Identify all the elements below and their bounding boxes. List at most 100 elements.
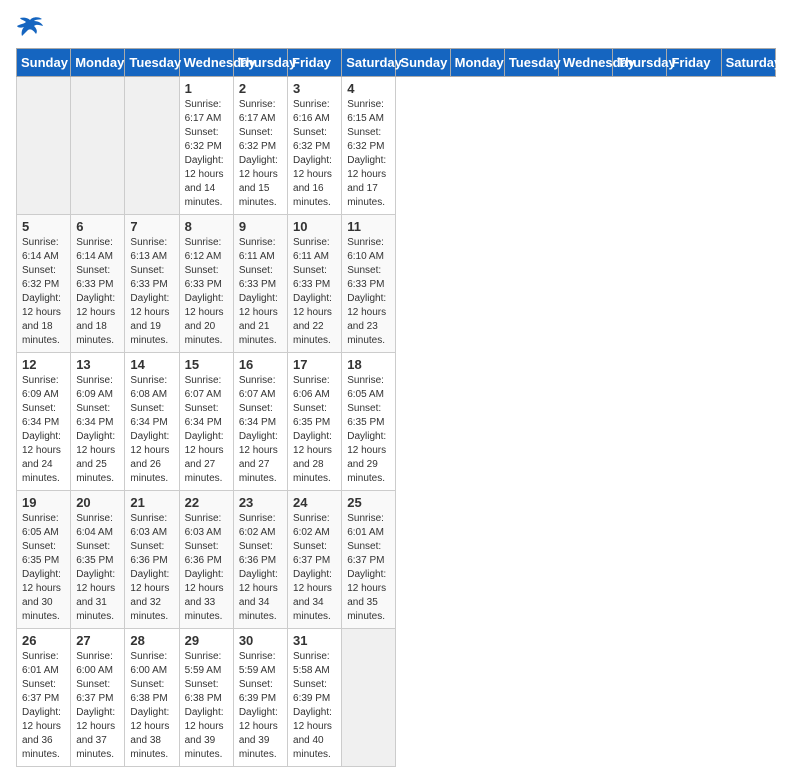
- day-info: Sunrise: 6:02 AM Sunset: 6:37 PM Dayligh…: [293, 512, 336, 624]
- page-header: [16, 16, 776, 38]
- day-info: Sunrise: 6:17 AM Sunset: 6:32 PM Dayligh…: [185, 98, 228, 210]
- day-info: Sunrise: 6:03 AM Sunset: 6:36 PM Dayligh…: [185, 512, 228, 624]
- day-info: Sunrise: 6:00 AM Sunset: 6:37 PM Dayligh…: [76, 650, 119, 762]
- header-day-tuesday: Tuesday: [125, 49, 179, 77]
- calendar-cell: 9 Sunrise: 6:11 AM Sunset: 6:33 PM Daylig…: [233, 215, 287, 353]
- day-number: 11: [347, 219, 390, 234]
- day-info: Sunrise: 6:09 AM Sunset: 6:34 PM Dayligh…: [76, 374, 119, 486]
- day-number: 3: [293, 81, 336, 96]
- calendar-cell: 21 Sunrise: 6:03 AM Sunset: 6:36 PM Dayli…: [125, 491, 179, 629]
- day-info: Sunrise: 6:08 AM Sunset: 6:34 PM Dayligh…: [130, 374, 173, 486]
- calendar-cell: [17, 77, 71, 215]
- day-info: Sunrise: 6:01 AM Sunset: 6:37 PM Dayligh…: [22, 650, 65, 762]
- header-day-thursday: Thursday: [233, 49, 287, 77]
- calendar-cell: 5 Sunrise: 6:14 AM Sunset: 6:32 PM Daylig…: [17, 215, 71, 353]
- calendar-cell: 6 Sunrise: 6:14 AM Sunset: 6:33 PM Daylig…: [71, 215, 125, 353]
- day-number: 4: [347, 81, 390, 96]
- calendar-cell: 29 Sunrise: 5:59 AM Sunset: 6:38 PM Dayli…: [179, 629, 233, 767]
- calendar-cell: 16 Sunrise: 6:07 AM Sunset: 6:34 PM Dayli…: [233, 353, 287, 491]
- day-info: Sunrise: 6:14 AM Sunset: 6:32 PM Dayligh…: [22, 236, 65, 348]
- calendar-cell: 27 Sunrise: 6:00 AM Sunset: 6:37 PM Dayli…: [71, 629, 125, 767]
- calendar-cell: 20Sunrise: 6:04 AM Sunset: 6:35 PM Dayli…: [71, 491, 125, 629]
- day-number: 26: [22, 633, 65, 648]
- header-sunday: Sunday: [396, 49, 450, 77]
- day-number: 5: [22, 219, 65, 234]
- header-day-sunday: Sunday: [17, 49, 71, 77]
- calendar-cell: 2Sunrise: 6:17 AM Sunset: 6:32 PM Daylig…: [233, 77, 287, 215]
- day-info: Sunrise: 5:59 AM Sunset: 6:39 PM Dayligh…: [239, 650, 282, 762]
- calendar-cell: 25 Sunrise: 6:01 AM Sunset: 6:37 PM Dayli…: [342, 491, 396, 629]
- day-info: Sunrise: 6:07 AM Sunset: 6:34 PM Dayligh…: [239, 374, 282, 486]
- calendar-cell: 23 Sunrise: 6:02 AM Sunset: 6:36 PM Dayli…: [233, 491, 287, 629]
- calendar-cell: 10Sunrise: 6:11 AM Sunset: 6:33 PM Dayli…: [288, 215, 342, 353]
- calendar-cell: 26 Sunrise: 6:01 AM Sunset: 6:37 PM Dayli…: [17, 629, 71, 767]
- calendar-week-1: 1 Sunrise: 6:17 AM Sunset: 6:32 PM Daylig…: [17, 77, 776, 215]
- calendar-cell: 8 Sunrise: 6:12 AM Sunset: 6:33 PM Daylig…: [179, 215, 233, 353]
- calendar-cell: 14Sunrise: 6:08 AM Sunset: 6:34 PM Dayli…: [125, 353, 179, 491]
- header-monday: Monday: [450, 49, 504, 77]
- day-info: Sunrise: 6:12 AM Sunset: 6:33 PM Dayligh…: [185, 236, 228, 348]
- header-day-monday: Monday: [71, 49, 125, 77]
- header-tuesday: Tuesday: [504, 49, 558, 77]
- day-info: Sunrise: 5:59 AM Sunset: 6:38 PM Dayligh…: [185, 650, 228, 762]
- logo: [16, 16, 48, 38]
- day-number: 1: [185, 81, 228, 96]
- day-number: 7: [130, 219, 173, 234]
- calendar-cell: 28 Sunrise: 6:00 AM Sunset: 6:38 PM Dayli…: [125, 629, 179, 767]
- calendar-cell: 13Sunrise: 6:09 AM Sunset: 6:34 PM Dayli…: [71, 353, 125, 491]
- day-info: Sunrise: 6:15 AM Sunset: 6:32 PM Dayligh…: [347, 98, 390, 210]
- day-info: Sunrise: 6:07 AM Sunset: 6:34 PM Dayligh…: [185, 374, 228, 486]
- day-info: Sunrise: 6:05 AM Sunset: 6:35 PM Dayligh…: [347, 374, 390, 486]
- day-number: 10: [293, 219, 336, 234]
- day-number: 8: [185, 219, 228, 234]
- header-day-friday: Friday: [288, 49, 342, 77]
- logo-icon: [16, 16, 44, 38]
- day-info: Sunrise: 6:10 AM Sunset: 6:33 PM Dayligh…: [347, 236, 390, 348]
- day-number: 21: [130, 495, 173, 510]
- calendar-cell: [125, 77, 179, 215]
- header-day-saturday: Saturday: [342, 49, 396, 77]
- calendar-cell: 17 Sunrise: 6:06 AM Sunset: 6:35 PM Dayli…: [288, 353, 342, 491]
- day-number: 25: [347, 495, 390, 510]
- calendar-cell: 30 Sunrise: 5:59 AM Sunset: 6:39 PM Dayli…: [233, 629, 287, 767]
- day-info: Sunrise: 6:00 AM Sunset: 6:38 PM Dayligh…: [130, 650, 173, 762]
- day-info: Sunrise: 6:14 AM Sunset: 6:33 PM Dayligh…: [76, 236, 119, 348]
- day-number: 24: [293, 495, 336, 510]
- day-number: 27: [76, 633, 119, 648]
- calendar-cell: 4 Sunrise: 6:15 AM Sunset: 6:32 PM Daylig…: [342, 77, 396, 215]
- calendar-week-5: 26 Sunrise: 6:01 AM Sunset: 6:37 PM Dayli…: [17, 629, 776, 767]
- day-info: Sunrise: 6:06 AM Sunset: 6:35 PM Dayligh…: [293, 374, 336, 486]
- day-number: 15: [185, 357, 228, 372]
- day-info: Sunrise: 6:02 AM Sunset: 6:36 PM Dayligh…: [239, 512, 282, 624]
- day-number: 6: [76, 219, 119, 234]
- day-info: Sunrise: 6:09 AM Sunset: 6:34 PM Dayligh…: [22, 374, 65, 486]
- day-info: Sunrise: 6:04 AM Sunset: 6:35 PM Dayligh…: [76, 512, 119, 624]
- day-number: 2: [239, 81, 282, 96]
- header-day-wednesday: Wednesday: [179, 49, 233, 77]
- calendar-cell: 18 Sunrise: 6:05 AM Sunset: 6:35 PM Dayli…: [342, 353, 396, 491]
- calendar-cell: 1 Sunrise: 6:17 AM Sunset: 6:32 PM Daylig…: [179, 77, 233, 215]
- day-info: Sunrise: 6:11 AM Sunset: 6:33 PM Dayligh…: [239, 236, 282, 348]
- calendar-cell: 11 Sunrise: 6:10 AM Sunset: 6:33 PM Dayli…: [342, 215, 396, 353]
- day-number: 17: [293, 357, 336, 372]
- day-number: 23: [239, 495, 282, 510]
- day-info: Sunrise: 6:16 AM Sunset: 6:32 PM Dayligh…: [293, 98, 336, 210]
- calendar-cell: 19Sunrise: 6:05 AM Sunset: 6:35 PM Dayli…: [17, 491, 71, 629]
- day-info: Sunrise: 6:13 AM Sunset: 6:33 PM Dayligh…: [130, 236, 173, 348]
- day-info: Sunrise: 5:58 AM Sunset: 6:39 PM Dayligh…: [293, 650, 336, 762]
- day-number: 28: [130, 633, 173, 648]
- day-number: 18: [347, 357, 390, 372]
- calendar-header-row: SundayMondayTuesdayWednesdayThursdayFrid…: [17, 49, 776, 77]
- header-saturday: Saturday: [721, 49, 775, 77]
- day-number: 29: [185, 633, 228, 648]
- day-number: 9: [239, 219, 282, 234]
- day-number: 30: [239, 633, 282, 648]
- calendar-cell: 7 Sunrise: 6:13 AM Sunset: 6:33 PM Daylig…: [125, 215, 179, 353]
- day-number: 22: [185, 495, 228, 510]
- calendar-cell: 15 Sunrise: 6:07 AM Sunset: 6:34 PM Dayli…: [179, 353, 233, 491]
- day-info: Sunrise: 6:01 AM Sunset: 6:37 PM Dayligh…: [347, 512, 390, 624]
- day-info: Sunrise: 6:03 AM Sunset: 6:36 PM Dayligh…: [130, 512, 173, 624]
- day-number: 16: [239, 357, 282, 372]
- calendar-week-3: 12Sunrise: 6:09 AM Sunset: 6:34 PM Dayli…: [17, 353, 776, 491]
- calendar-cell: 31Sunrise: 5:58 AM Sunset: 6:39 PM Dayli…: [288, 629, 342, 767]
